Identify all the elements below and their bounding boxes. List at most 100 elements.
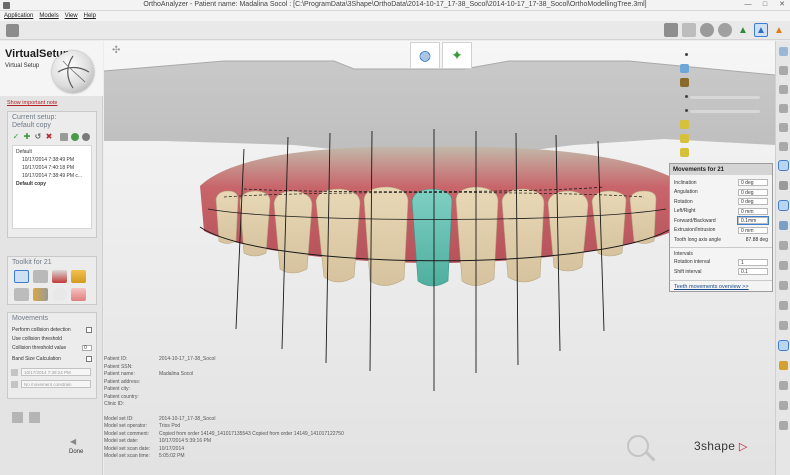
view-left-icon[interactable] <box>779 123 788 132</box>
export-icon[interactable] <box>82 133 90 141</box>
tooth-rotate-icon[interactable] <box>33 270 48 283</box>
attachments-toggle-icon[interactable] <box>779 361 788 370</box>
copy-icon[interactable] <box>60 133 68 141</box>
patient-name-value: Madalina Socol <box>159 371 194 377</box>
open-case-icon[interactable] <box>6 24 19 37</box>
setup-tree: Default 10/17/2014 7:38:49 PM 10/17/2014… <box>12 145 92 229</box>
tooth-axis-angle-label: Tooth long axis angle <box>674 236 721 243</box>
menu-application[interactable]: Application <box>4 11 33 21</box>
superimpose-icon[interactable] <box>779 181 788 190</box>
slider-dot[interactable] <box>685 109 688 112</box>
crown-icon[interactable] <box>52 270 67 283</box>
delete-setup-icon[interactable]: ✖ <box>45 133 53 141</box>
angulation-input[interactable]: 0 deg <box>738 188 768 196</box>
menu-models[interactable]: Models <box>39 11 58 21</box>
ipr-icon[interactable] <box>14 288 29 301</box>
extract-icon[interactable] <box>52 288 67 301</box>
patient-info: Patient ID: 2014-10-17_17-38_Socol Patien… <box>104 356 344 461</box>
rotation-input[interactable]: 0 deg <box>738 198 768 206</box>
band-size-checkbox[interactable] <box>86 355 92 362</box>
left-right-input[interactable]: 0 mm <box>738 207 768 215</box>
prev-step-icon[interactable] <box>12 412 23 423</box>
occlusion-map-icon[interactable] <box>779 221 788 230</box>
view-front-icon[interactable] <box>779 85 788 94</box>
snapshot-icon[interactable] <box>682 23 696 37</box>
add-setup-icon[interactable]: ✚ <box>23 133 31 141</box>
pin-icon[interactable]: ✣ <box>112 45 120 56</box>
close-button[interactable]: ✕ <box>776 1 788 9</box>
done-arrow-icon[interactable]: ◀ <box>70 437 76 446</box>
3d-viewport[interactable]: ✣ ◍ ✦ Movements for 21 Inclination 0 deg … <box>104 41 775 475</box>
slider-dot[interactable] <box>685 95 688 98</box>
view-back-icon[interactable] <box>779 104 788 113</box>
reset-view-icon[interactable] <box>779 401 788 410</box>
scan-icon[interactable] <box>680 78 689 87</box>
opacity-slider[interactable] <box>690 110 760 113</box>
maximize-button[interactable]: □ <box>759 1 771 9</box>
slider-dot[interactable] <box>685 53 688 56</box>
rotation-interval-input[interactable]: 1 <box>738 258 768 266</box>
teeth-orange-icon[interactable]: ▲ <box>772 23 786 37</box>
screenshot-icon[interactable] <box>779 381 788 390</box>
lower-jaw-icon[interactable]: ◍ <box>410 42 440 69</box>
axes-layer-icon[interactable] <box>680 148 689 157</box>
movement-constraint-select[interactable]: No movement constrain <box>21 380 91 388</box>
tooth-move-icon[interactable] <box>14 270 29 283</box>
roots-layer-icon[interactable] <box>680 134 689 143</box>
date-select[interactable]: 10/17/2014 7:39:24 PM <box>21 368 91 376</box>
tree-item[interactable]: 10/17/2014 7:40:18 PM <box>16 164 88 172</box>
perform-collision-checkbox[interactable] <box>86 326 92 333</box>
inclination-input[interactable]: 0 deg <box>738 179 768 187</box>
minimize-button[interactable]: — <box>742 1 754 9</box>
measure-tool-icon[interactable] <box>779 301 788 310</box>
attachment-icon[interactable] <box>71 270 86 283</box>
arch-form-icon[interactable] <box>779 261 788 270</box>
teeth-blue-icon[interactable]: ▲ <box>754 23 768 37</box>
view-bottom-icon[interactable] <box>779 66 788 75</box>
gingiva-icon[interactable] <box>71 288 86 301</box>
opacity-slider[interactable] <box>690 96 760 99</box>
next-step-icon[interactable] <box>29 412 40 423</box>
forward-backward-input[interactable]: 0.1mm <box>737 216 769 226</box>
menu-view[interactable]: View <box>65 11 78 21</box>
menu-help[interactable]: Help <box>84 11 96 21</box>
left-panel: VirtualSetup Virtual Setup Show importan… <box>0 41 103 475</box>
done-button[interactable]: Done <box>69 449 83 455</box>
tree-item[interactable]: 10/17/2014 7:38:49 PM c... <box>16 172 88 180</box>
view-right-icon[interactable] <box>779 142 788 151</box>
collision-icon[interactable] <box>779 281 788 290</box>
clip-plane-icon[interactable] <box>779 321 788 330</box>
shift-interval-input[interactable]: 0.1 <box>738 268 768 276</box>
view-iso-icon[interactable] <box>778 160 789 171</box>
tooth <box>591 190 627 257</box>
forward-backward-label: Forward/Backward <box>674 217 716 224</box>
apply-check-icon[interactable]: ✓ <box>12 133 20 141</box>
upper-model-icon[interactable] <box>680 64 689 73</box>
tooth <box>273 190 313 274</box>
extrusion-intrusion-label: Extrusion/Intrusion <box>674 227 716 234</box>
extrusion-intrusion-input[interactable]: 0 mm <box>738 226 768 234</box>
tree-item[interactable]: 10/17/2014 7:38:49 PM <box>16 156 88 164</box>
occlusion-icon[interactable]: ✦ <box>442 42 472 69</box>
compare-icon[interactable] <box>71 133 79 141</box>
threshold-value-input[interactable]: 0 <box>82 344 92 351</box>
show-important-note-link[interactable]: Show important note <box>7 100 57 106</box>
view-top-icon[interactable] <box>779 47 788 56</box>
grid-icon[interactable] <box>778 200 789 211</box>
patient-ssn-label: Patient SSN: <box>104 363 133 370</box>
axes-toggle-icon[interactable] <box>778 340 789 351</box>
teeth-movements-overview-link[interactable]: Teeth movements overview >> <box>670 279 772 293</box>
teeth-layer-icon[interactable] <box>680 120 689 129</box>
undo-icon[interactable]: ↺ <box>34 133 42 141</box>
shift-interval-label: Shift interval <box>674 268 702 275</box>
measure-icon[interactable] <box>33 288 48 301</box>
tooth-outline-icon[interactable] <box>779 241 788 250</box>
layout-icon[interactable] <box>664 23 678 37</box>
record-icon[interactable] <box>700 23 714 37</box>
tree-item-selected[interactable]: Default copy <box>16 180 88 188</box>
tooth <box>315 188 361 283</box>
tree-item[interactable]: Default <box>16 148 88 156</box>
transparency-icon[interactable] <box>779 421 788 430</box>
teeth-green-icon[interactable]: ▲ <box>736 23 750 37</box>
settings-icon[interactable] <box>718 23 732 37</box>
